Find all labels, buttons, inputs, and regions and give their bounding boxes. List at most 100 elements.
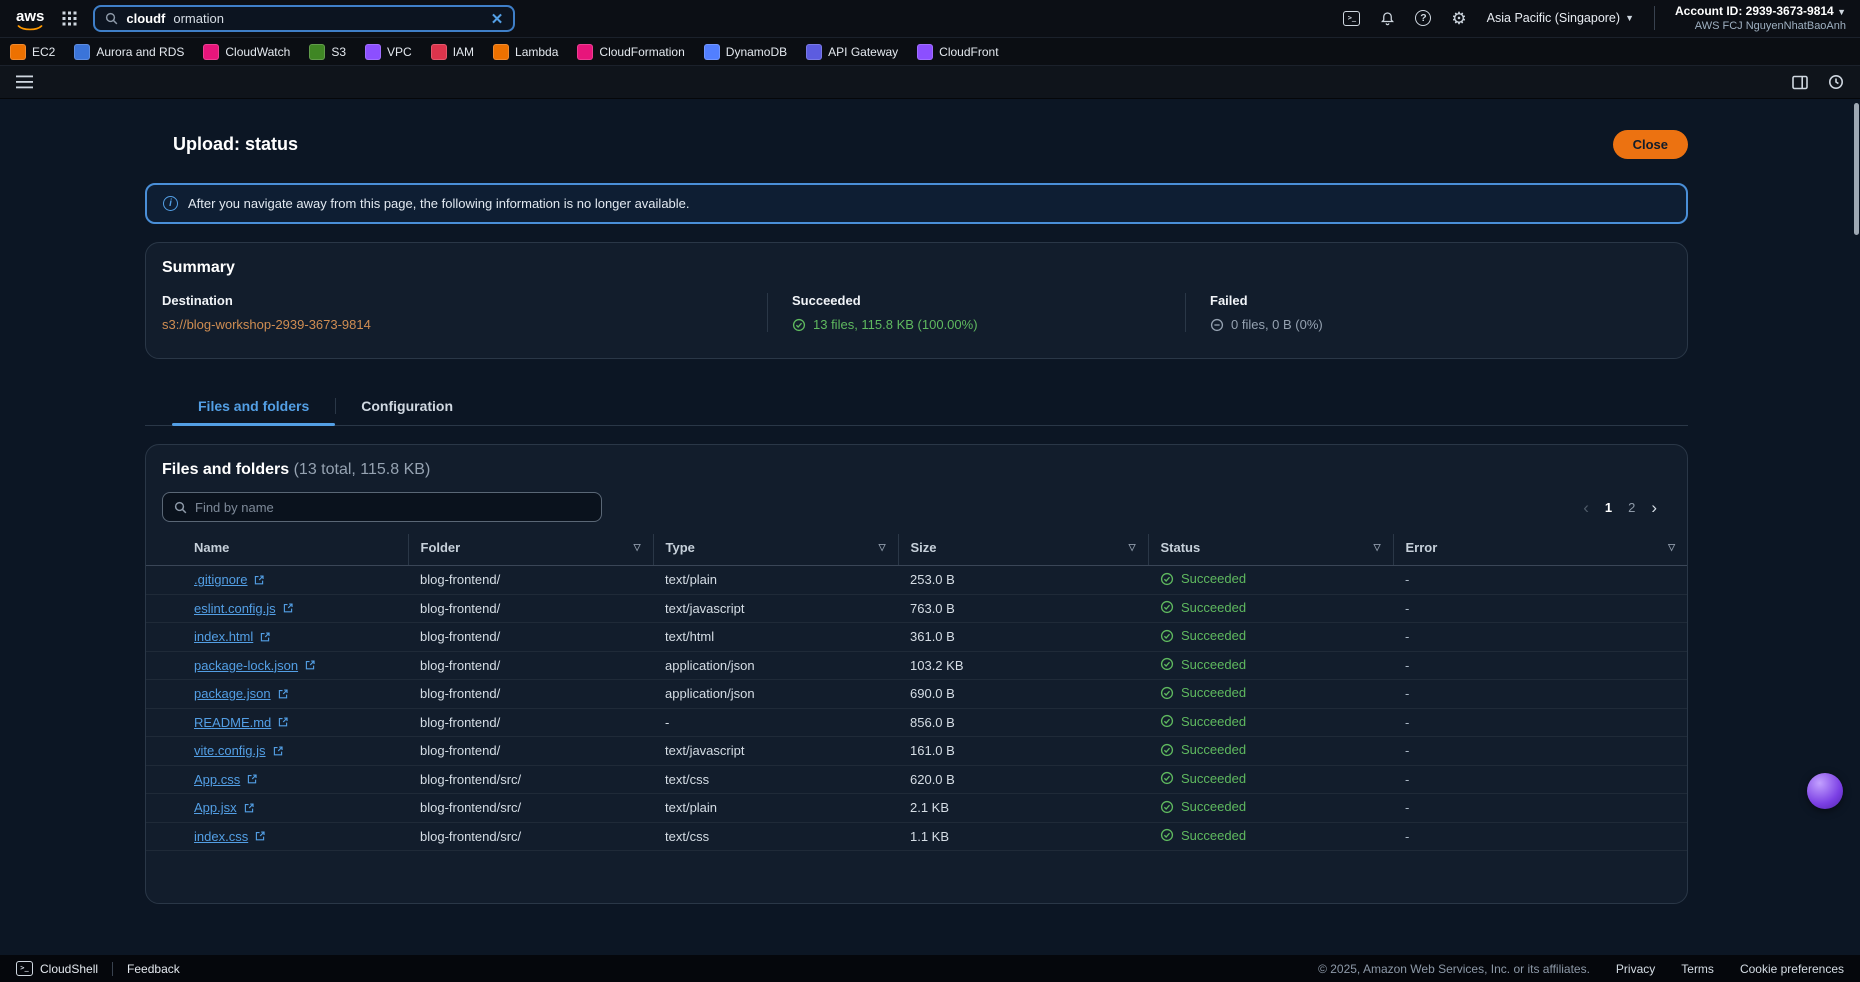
clear-search-icon[interactable]: ✕ <box>491 10 504 28</box>
account-id: Account ID: 2939-3673-9814 <box>1675 4 1834 18</box>
file-link[interactable]: package-lock.json <box>194 658 316 673</box>
filter-icon[interactable]: ▽ <box>634 542 641 553</box>
favorite-dynamodb[interactable]: DynamoDB <box>704 44 787 60</box>
cookie-preferences-link[interactable]: Cookie preferences <box>1740 962 1844 976</box>
divider <box>1654 6 1655 30</box>
status-badge: Succeeded <box>1160 571 1246 586</box>
footer-feedback-button[interactable]: Feedback <box>127 962 180 976</box>
cell-type: text/plain <box>653 566 898 595</box>
footer-cloudshell-button[interactable]: >_ CloudShell <box>16 961 98 976</box>
assistant-button[interactable] <box>1807 773 1843 809</box>
status-badge: Succeeded <box>1160 628 1246 643</box>
cell-size: 253.0 B <box>898 566 1148 595</box>
cell-size: 161.0 B <box>898 737 1148 766</box>
aws-logo[interactable]: aws <box>14 7 46 31</box>
column-header-type[interactable]: Type▽ <box>653 534 898 566</box>
api-gateway-service-icon <box>806 44 822 60</box>
iam-service-icon <box>431 44 447 60</box>
external-link-icon <box>277 688 289 700</box>
region-selector[interactable]: Asia Pacific (Singapore) ▼ <box>1487 11 1634 25</box>
filter-icon[interactable]: ▽ <box>1129 542 1136 553</box>
column-label: Size <box>911 540 937 555</box>
cell-folder: blog-frontend/src/ <box>408 794 653 823</box>
status-text: Succeeded <box>1181 571 1246 586</box>
cell-type: text/javascript <box>653 737 898 766</box>
file-link[interactable]: index.html <box>194 629 271 644</box>
next-page-icon[interactable]: › <box>1651 499 1657 516</box>
cloudshell-icon[interactable]: >_ <box>1343 11 1360 26</box>
console-search-input[interactable]: cloudformation ✕ <box>93 5 515 32</box>
succeeded-label: Succeeded <box>792 293 1161 308</box>
favorite-iam[interactable]: IAM <box>431 44 474 60</box>
cell-folder: blog-frontend/src/ <box>408 765 653 794</box>
pagination: ‹ 1 2 › <box>1583 499 1671 516</box>
terms-link[interactable]: Terms <box>1681 962 1714 976</box>
main-content: Upload: status Close i After you navigat… <box>0 100 1860 955</box>
page-title: Upload: status <box>173 134 298 155</box>
column-header-status[interactable]: Status▽ <box>1148 534 1393 566</box>
timer-clock-icon[interactable] <box>1828 74 1844 90</box>
file-link[interactable]: App.css <box>194 772 258 787</box>
account-menu[interactable]: Account ID: 2939-3673-9814 ▼ AWS FCJ Ngu… <box>1675 4 1846 34</box>
s3-service-icon <box>309 44 325 60</box>
file-link[interactable]: eslint.config.js <box>194 601 294 616</box>
favorite-cloudwatch[interactable]: CloudWatch <box>203 44 290 60</box>
region-label: Asia Pacific (Singapore) <box>1487 11 1620 25</box>
apps-grid-icon[interactable] <box>62 11 77 26</box>
summary-panel: Summary Destination s3://blog-workshop-2… <box>145 242 1688 359</box>
file-name: index.css <box>194 829 248 844</box>
favorite-label: IAM <box>453 45 474 59</box>
favorite-ec2[interactable]: EC2 <box>10 44 55 60</box>
favorite-aurora-rds[interactable]: Aurora and RDS <box>74 44 184 60</box>
file-link[interactable]: App.jsx <box>194 800 255 815</box>
notifications-bell-icon[interactable] <box>1380 10 1395 26</box>
find-by-name-input[interactable] <box>195 500 590 515</box>
check-circle-icon <box>1160 771 1174 785</box>
dynamodb-service-icon <box>704 44 720 60</box>
check-circle-icon <box>1160 714 1174 728</box>
favorite-api-gateway[interactable]: API Gateway <box>806 44 898 60</box>
file-link[interactable]: .gitignore <box>194 572 265 587</box>
cell-size: 690.0 B <box>898 680 1148 709</box>
favorite-lambda[interactable]: Lambda <box>493 44 558 60</box>
close-button[interactable]: Close <box>1613 130 1688 159</box>
help-icon[interactable]: ? <box>1415 10 1431 26</box>
secondary-bar <box>0 66 1860 99</box>
filter-icon[interactable]: ▽ <box>1668 542 1675 553</box>
page-2-button[interactable]: 2 <box>1628 500 1635 515</box>
scrollbar-thumb[interactable] <box>1854 103 1859 235</box>
cell-error: - <box>1393 623 1687 652</box>
column-header-error[interactable]: Error▽ <box>1393 534 1687 566</box>
file-link[interactable]: index.css <box>194 829 266 844</box>
filter-icon[interactable]: ▽ <box>879 542 886 553</box>
prev-page-icon[interactable]: ‹ <box>1583 499 1589 516</box>
destination-bucket-link[interactable]: s3://blog-workshop-2939-3673-9814 <box>162 317 371 332</box>
page-1-button[interactable]: 1 <box>1605 500 1612 515</box>
column-header-size[interactable]: Size ▽ <box>898 534 1148 566</box>
favorite-vpc[interactable]: VPC <box>365 44 412 60</box>
split-panel-icon[interactable] <box>1792 75 1808 90</box>
settings-gear-icon[interactable]: ⚙ <box>1451 10 1466 27</box>
file-link[interactable]: vite.config.js <box>194 743 284 758</box>
tab-files-and-folders[interactable]: Files and folders <box>172 389 335 425</box>
file-link[interactable]: package.json <box>194 686 289 701</box>
favorite-s3[interactable]: S3 <box>309 44 346 60</box>
tab-configuration[interactable]: Configuration <box>335 389 479 425</box>
favorite-cloudfront[interactable]: CloudFront <box>917 44 998 60</box>
favorite-label: CloudFront <box>939 45 998 59</box>
cell-type: text/plain <box>653 794 898 823</box>
filter-icon[interactable]: ▽ <box>1374 542 1381 553</box>
favorite-cloudformation[interactable]: CloudFormation <box>577 44 684 60</box>
file-name: package.json <box>194 686 271 701</box>
column-header-folder[interactable]: Folder▽ <box>408 534 653 566</box>
menu-hamburger-icon[interactable] <box>16 75 33 89</box>
file-link[interactable]: README.md <box>194 715 289 730</box>
aws-logo-text: aws <box>16 9 44 24</box>
privacy-link[interactable]: Privacy <box>1616 962 1655 976</box>
check-circle-icon <box>1160 600 1174 614</box>
status-text: Succeeded <box>1181 685 1246 700</box>
info-icon: i <box>163 196 178 211</box>
file-name: index.html <box>194 629 253 644</box>
column-header-name[interactable]: Name <box>146 534 408 566</box>
cloudshell-icon: >_ <box>16 961 33 976</box>
